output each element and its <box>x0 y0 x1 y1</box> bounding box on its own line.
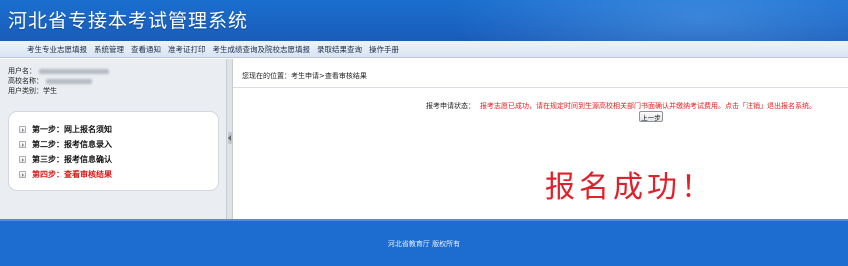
panel-splitter[interactable] <box>226 59 233 219</box>
user-info: 用户名： 高校名称： 用户类别： 学生 <box>8 66 109 96</box>
step-label: 第一步：网上报名须知 <box>32 125 112 134</box>
username-redacted <box>39 68 109 74</box>
app-title: 河北省专接本考试管理系统 <box>8 10 249 32</box>
step-list: 第一步：网上报名须知 第二步：报考信息录入 第三步：报考信息确认 第四步：查看审核结果 <box>8 111 219 191</box>
menu-item[interactable]: 考生成绩查询及院校志愿填报 <box>213 44 311 55</box>
menu-item[interactable]: 操作手册 <box>369 44 399 55</box>
success-message: 报名成功！ <box>545 170 715 205</box>
footer-copyright: 河北省教育厅 版权所有 <box>387 240 461 248</box>
school-row: 高校名称： <box>8 76 109 86</box>
menu-item[interactable]: 准考证打印 <box>168 44 206 55</box>
username-row: 用户名： <box>8 66 109 76</box>
step-item[interactable]: 第二步：报考信息录入 <box>19 137 218 152</box>
step-arrow-icon <box>19 126 26 133</box>
step-arrow-icon <box>19 156 26 163</box>
step-item[interactable]: 第三步：报考信息确认 <box>19 152 218 167</box>
left-panel: 用户名： 高校名称： 用户类别： 学生 第一步：网上报名须知 第二步：报考信息录入… <box>0 59 226 219</box>
step-label: 第三步：报考信息确认 <box>32 155 112 164</box>
usertype-value: 学生 <box>43 87 57 95</box>
step-arrow-icon <box>19 141 26 148</box>
status-message: 报考志愿已成功，请在规定时间到生源高校相关部门书面确认并缴纳考试费用。点击「注销… <box>480 102 816 110</box>
menu-item[interactable]: 录取结果查询 <box>317 44 362 55</box>
status-line: 报考申请状态： 报考志愿已成功，请在规定时间到生源高校相关部门书面确认并缴纳考试费… <box>426 101 816 111</box>
status-label: 报考申请状态： <box>426 102 475 110</box>
username-label: 用户名： <box>8 67 36 75</box>
collapse-arrow-icon[interactable] <box>228 132 232 144</box>
footer: 河北省教育厅 版权所有 <box>0 219 848 266</box>
header-banner: 河北省专接本考试管理系统 <box>0 0 848 41</box>
main-content: 您现在的位置：考生申请>查看审核结果 报考申请状态： 报考志愿已成功，请在规定时间… <box>233 59 848 219</box>
menu-item[interactable]: 考生专业志愿填报 <box>27 44 87 55</box>
divider <box>233 87 848 88</box>
usertype-row: 用户类别： 学生 <box>8 86 109 96</box>
back-button[interactable]: 上一步 <box>639 111 663 122</box>
menu-item[interactable]: 查看通知 <box>131 44 161 55</box>
step-item[interactable]: 第四步：查看审核结果 <box>19 167 218 182</box>
step-label: 第二步：报考信息录入 <box>32 140 112 149</box>
step-item[interactable]: 第一步：网上报名须知 <box>19 122 218 137</box>
usertype-label: 用户类别： <box>8 87 43 95</box>
breadcrumb: 您现在的位置：考生申请>查看审核结果 <box>242 72 367 80</box>
school-redacted <box>46 78 92 84</box>
school-label: 高校名称： <box>8 77 43 85</box>
step-arrow-icon <box>19 171 26 178</box>
menu-bar: 考生专业志愿填报 系统管理 查看通知 准考证打印 考生成绩查询及院校志愿填报 录取结果查询… <box>0 41 848 58</box>
menu-item[interactable]: 系统管理 <box>94 44 124 55</box>
page: 河北省专接本考试管理系统 考生专业志愿填报 系统管理 查看通知 准考证打印 考生成绩查询… <box>0 0 848 266</box>
menu-list: 考生专业志愿填报 系统管理 查看通知 准考证打印 考生成绩查询及院校志愿填报 录取结果查询… <box>27 44 399 55</box>
step-label: 第四步：查看审核结果 <box>32 170 112 179</box>
